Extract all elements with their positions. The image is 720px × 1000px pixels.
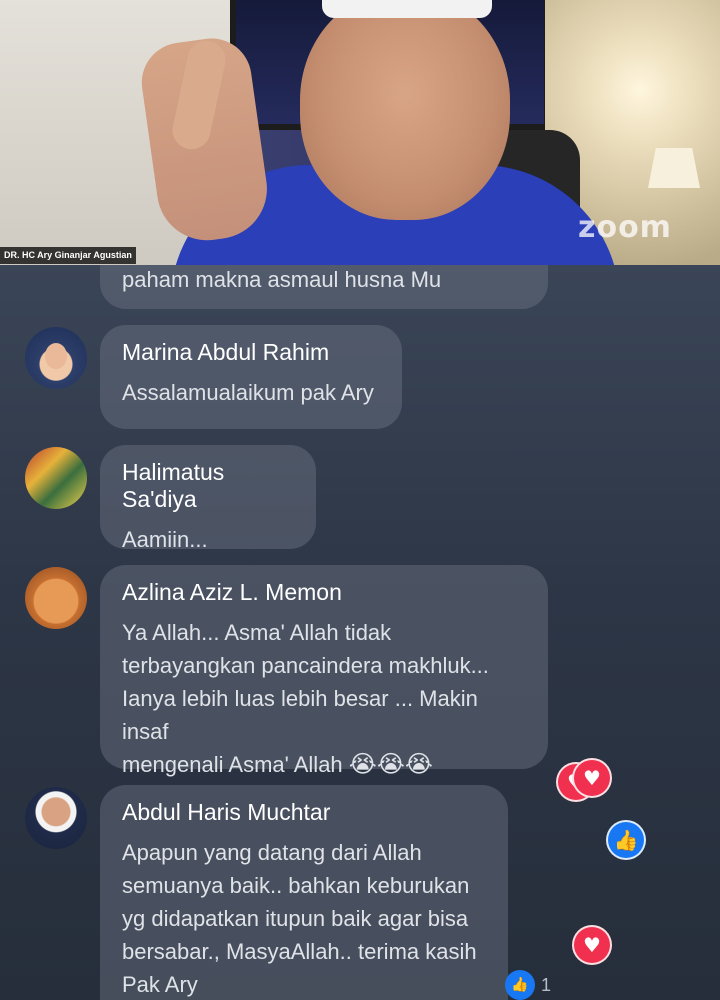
- speaker-cap: [322, 0, 492, 18]
- comment-line-text: mengenali Asma' Allah: [122, 752, 343, 777]
- like-icon: 👍: [505, 970, 535, 1000]
- comment-text: paham makna asmaul husna Mu: [122, 267, 442, 292]
- comment-author[interactable]: Azlina Aziz L. Memon: [122, 579, 526, 606]
- comment-bubble[interactable]: Abdul Haris Muchtar Apapun yang datang d…: [100, 785, 508, 1000]
- comment-line: mengenali Asma' Allah 😭😭😭: [122, 748, 526, 781]
- heart-icon: ♥: [572, 758, 612, 798]
- comment-bubble[interactable]: Marina Abdul Rahim Assalamualaikum pak A…: [100, 325, 402, 429]
- comments-panel[interactable]: paham makna asmaul husna Mu Marina Abdul…: [0, 265, 720, 1000]
- comment-line: Apapun yang datang dari Allah: [122, 840, 422, 865]
- avatar[interactable]: [25, 567, 87, 629]
- comment-line: semuanya baik.. bahkan keburukan: [122, 873, 470, 898]
- heart-icon: ♥: [572, 925, 612, 965]
- comment-bubble[interactable]: Halimatus Sa'diya Aamiin...: [100, 445, 316, 552]
- zoom-watermark: zoom: [578, 210, 672, 245]
- avatar-face: [45, 343, 67, 369]
- crying-emoji: 😭😭😭: [348, 750, 433, 778]
- heart-glyph: ♥: [583, 766, 601, 790]
- like-glyph: 👍: [613, 828, 639, 852]
- comment-line: Ya Allah... Asma' Allah tidak: [122, 620, 392, 645]
- comment-line: terbayangkan pancaindera makhluk...: [122, 653, 489, 678]
- avatar[interactable]: [25, 447, 87, 509]
- comment-line: bersabar., MasyaAllah.. terima kasih: [122, 939, 477, 964]
- avatar[interactable]: [25, 787, 87, 849]
- video-feed: zoom DR. HC Ary Ginanjar Agustian: [0, 0, 720, 265]
- comment-text: Aamiin...: [122, 527, 208, 552]
- comment-author[interactable]: Halimatus Sa'diya: [122, 459, 294, 513]
- comment-line: Pak Ary: [122, 972, 198, 997]
- comment-bubble[interactable]: Azlina Aziz L. Memon Ya Allah... Asma' A…: [100, 565, 548, 778]
- like-icon: 👍: [606, 820, 646, 860]
- comment-bubble-partial: paham makna asmaul husna Mu: [100, 265, 548, 309]
- comment-line: yg didapatkan itupun baik agar bisa: [122, 906, 469, 931]
- comment-like-count[interactable]: 👍 1: [505, 970, 551, 1000]
- heart-glyph: ♥: [583, 933, 601, 957]
- speaker-head: [300, 0, 510, 220]
- comment-line: Ianya lebih luas lebih besar ... Makin i…: [122, 686, 478, 744]
- like-count-number: 1: [541, 974, 552, 995]
- comment-author[interactable]: Abdul Haris Muchtar: [122, 799, 486, 826]
- comment-author[interactable]: Marina Abdul Rahim: [122, 339, 380, 366]
- participant-name-tag: DR. HC Ary Ginanjar Agustian: [0, 247, 136, 264]
- comment-text: Assalamualaikum pak Ary: [122, 380, 374, 405]
- avatar[interactable]: [25, 327, 87, 389]
- lamp-shade: [648, 148, 700, 188]
